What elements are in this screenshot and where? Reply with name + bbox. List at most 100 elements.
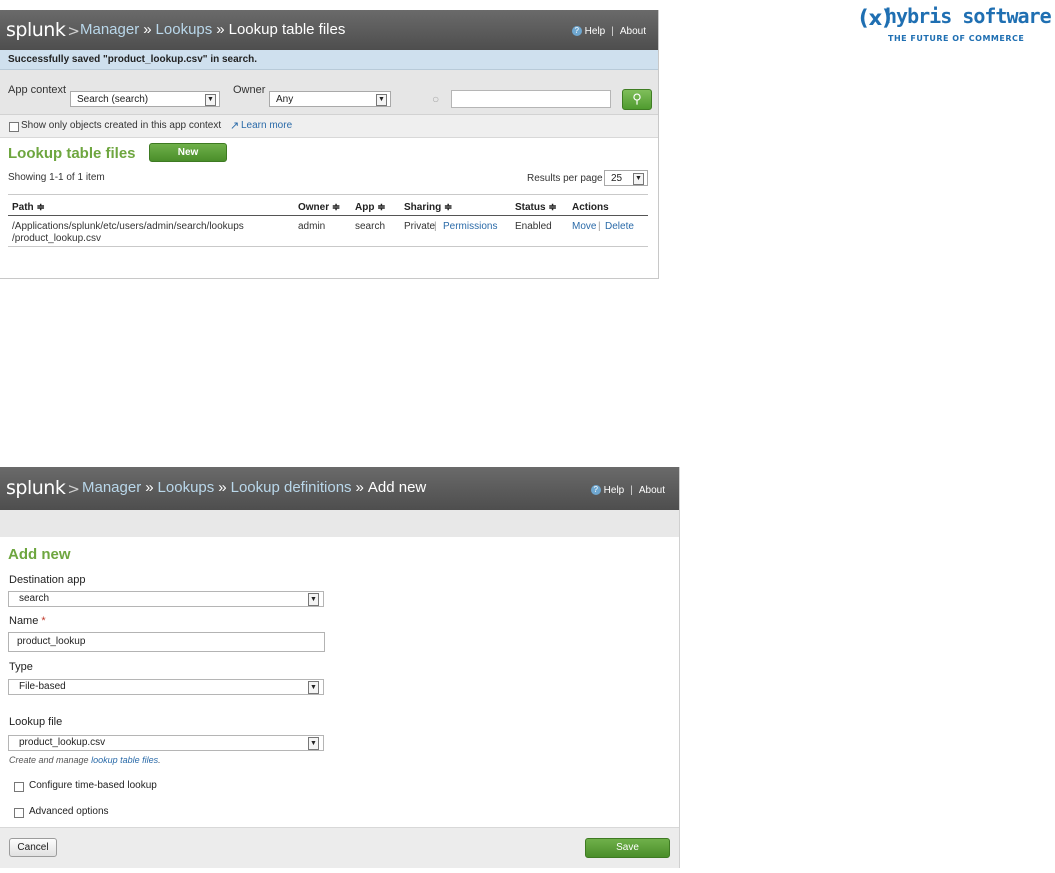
name-value: product_lookup xyxy=(17,636,86,647)
lookup-file-label: Lookup file xyxy=(9,716,63,728)
about-link[interactable]: About xyxy=(639,485,665,496)
dropdown-arrow-icon: ▼ xyxy=(308,593,319,606)
dropdown-arrow-icon: ▼ xyxy=(308,737,319,750)
learn-more-link[interactable]: Learn more xyxy=(241,120,292,131)
search-icon: ⚲ xyxy=(632,91,642,106)
hybris-tagline: THE FUTURE OF COMMERCE xyxy=(888,34,1025,43)
advanced-options-checkbox[interactable] xyxy=(14,808,24,818)
splunk-logo[interactable]: splunk > xyxy=(6,19,80,41)
app-context-label: App context xyxy=(8,84,67,96)
divider: | xyxy=(434,221,437,232)
divider xyxy=(8,246,648,247)
row-owner: admin xyxy=(298,221,326,232)
type-label: Type xyxy=(9,661,33,673)
app-header: splunk > Manager» Lookups» Lookup table fil… xyxy=(0,10,658,50)
divider: | xyxy=(611,26,614,37)
magnifier-icon: ○ xyxy=(432,92,440,106)
about-link[interactable]: About xyxy=(620,26,646,37)
column-header-status[interactable]: Status ≑ xyxy=(515,202,557,213)
sub-header-bar xyxy=(0,510,679,537)
time-based-label: Configure time-based lookup xyxy=(29,780,157,791)
help-icon[interactable]: ? xyxy=(590,485,601,496)
lookup-file-help: Create and manage lookup table files. xyxy=(9,755,161,765)
results-per-page-value: 25 xyxy=(611,173,623,184)
header-links: ? Help | About xyxy=(571,26,646,37)
header-links: ? Help | About xyxy=(590,485,665,496)
column-header-owner[interactable]: Owner ≑ xyxy=(298,202,340,213)
app-context-select[interactable]: Search (search) ▼ xyxy=(70,91,220,107)
owner-select[interactable]: Any ▼ xyxy=(269,91,391,107)
type-select[interactable]: File-based ▼ xyxy=(8,679,324,695)
dropdown-arrow-icon: ▼ xyxy=(205,94,216,106)
add-lookup-definition-window: splunk > Manager» Lookups» Lookup definitio… xyxy=(0,467,680,868)
app-header: splunk > Manager» Lookups» Lookup definitio… xyxy=(0,467,679,510)
section-title: Lookup table files xyxy=(8,145,136,162)
app-context-value: Search (search) xyxy=(77,94,149,105)
row-app: search xyxy=(355,221,386,232)
lookup-table-files-link[interactable]: lookup table files xyxy=(91,755,158,765)
path-line-1: /Applications/splunk/etc/users/admin/sea… xyxy=(12,221,244,232)
breadcrumb-lookups[interactable]: Lookups xyxy=(158,479,215,496)
move-link[interactable]: Move xyxy=(572,221,596,233)
form-footer: Cancel Save xyxy=(0,827,679,868)
required-marker: * xyxy=(41,615,46,627)
dropdown-arrow-icon: ▼ xyxy=(633,173,644,185)
permissions-link[interactable]: Permissions xyxy=(443,221,497,233)
options-bar: Show only objects created in this app co… xyxy=(0,115,658,138)
breadcrumb-current: Lookup table files xyxy=(228,21,346,38)
row-status: Enabled xyxy=(515,221,552,232)
help-icon[interactable]: ? xyxy=(571,26,582,37)
breadcrumb-separator: » xyxy=(218,479,227,496)
hybris-logo: (x) hybris software THE FUTURE OF COMMER… xyxy=(855,4,1055,50)
success-message: Successfully saved "product_lookup.csv" … xyxy=(0,50,658,70)
external-link-icon: ↗ xyxy=(230,120,240,132)
breadcrumb-separator: » xyxy=(143,21,152,38)
lookup-file-select[interactable]: product_lookup.csv ▼ xyxy=(8,735,324,751)
breadcrumb-manager[interactable]: Manager xyxy=(80,21,139,38)
breadcrumb: Manager» Lookups» Lookup definitions» Add n… xyxy=(82,479,426,496)
lookup-file-value: product_lookup.csv xyxy=(19,737,106,748)
breadcrumb-separator: » xyxy=(145,479,154,496)
divider: | xyxy=(598,221,601,232)
row-sharing: Private xyxy=(404,221,436,232)
divider xyxy=(8,215,648,216)
new-button[interactable]: New xyxy=(149,143,227,162)
column-header-sharing[interactable]: Sharing ≑ xyxy=(404,202,452,213)
search-button[interactable]: ⚲ xyxy=(622,89,652,110)
help-link[interactable]: Help xyxy=(604,485,625,496)
dropdown-arrow-icon: ▼ xyxy=(308,681,319,694)
owner-label: Owner xyxy=(233,84,266,96)
results-per-page-select[interactable]: 25 ▼ xyxy=(604,170,648,186)
column-header-path[interactable]: Path ≑ xyxy=(12,202,45,213)
save-button[interactable]: Save xyxy=(585,838,670,858)
destination-app-value: search xyxy=(19,593,50,604)
delete-link[interactable]: Delete xyxy=(605,221,634,233)
name-input[interactable]: product_lookup xyxy=(8,632,325,652)
column-header-actions: Actions xyxy=(572,202,609,213)
hybris-name: hybris software xyxy=(885,4,1052,28)
divider xyxy=(8,194,648,195)
name-label: Name * xyxy=(9,615,46,627)
help-link[interactable]: Help xyxy=(585,26,606,37)
advanced-options-label: Advanced options xyxy=(29,806,109,817)
breadcrumb-lookups[interactable]: Lookups xyxy=(156,21,213,38)
time-based-checkbox[interactable] xyxy=(14,782,24,792)
showing-count: Showing 1-1 of 1 item xyxy=(8,172,105,183)
filter-bar: App context Search (search) ▼ Owner Any … xyxy=(0,70,658,115)
breadcrumb-lookup-definitions[interactable]: Lookup definitions xyxy=(231,479,352,496)
breadcrumb: Manager» Lookups» Lookup table files xyxy=(80,21,345,38)
breadcrumb-manager[interactable]: Manager xyxy=(82,479,141,496)
splunk-logo[interactable]: splunk > xyxy=(6,477,80,499)
type-value: File-based xyxy=(19,681,66,692)
divider: | xyxy=(630,485,633,496)
results-per-page-label: Results per page xyxy=(527,173,603,184)
destination-app-select[interactable]: search ▼ xyxy=(8,591,324,607)
breadcrumb-current: Add new xyxy=(367,479,427,496)
breadcrumb-separator: » xyxy=(216,21,225,38)
show-only-checkbox[interactable] xyxy=(9,122,19,132)
column-header-app[interactable]: App ≑ xyxy=(355,202,386,213)
search-input[interactable] xyxy=(451,90,611,108)
cancel-button[interactable]: Cancel xyxy=(9,838,57,857)
section-title: Add new xyxy=(8,546,71,563)
breadcrumb-separator: » xyxy=(355,479,364,496)
